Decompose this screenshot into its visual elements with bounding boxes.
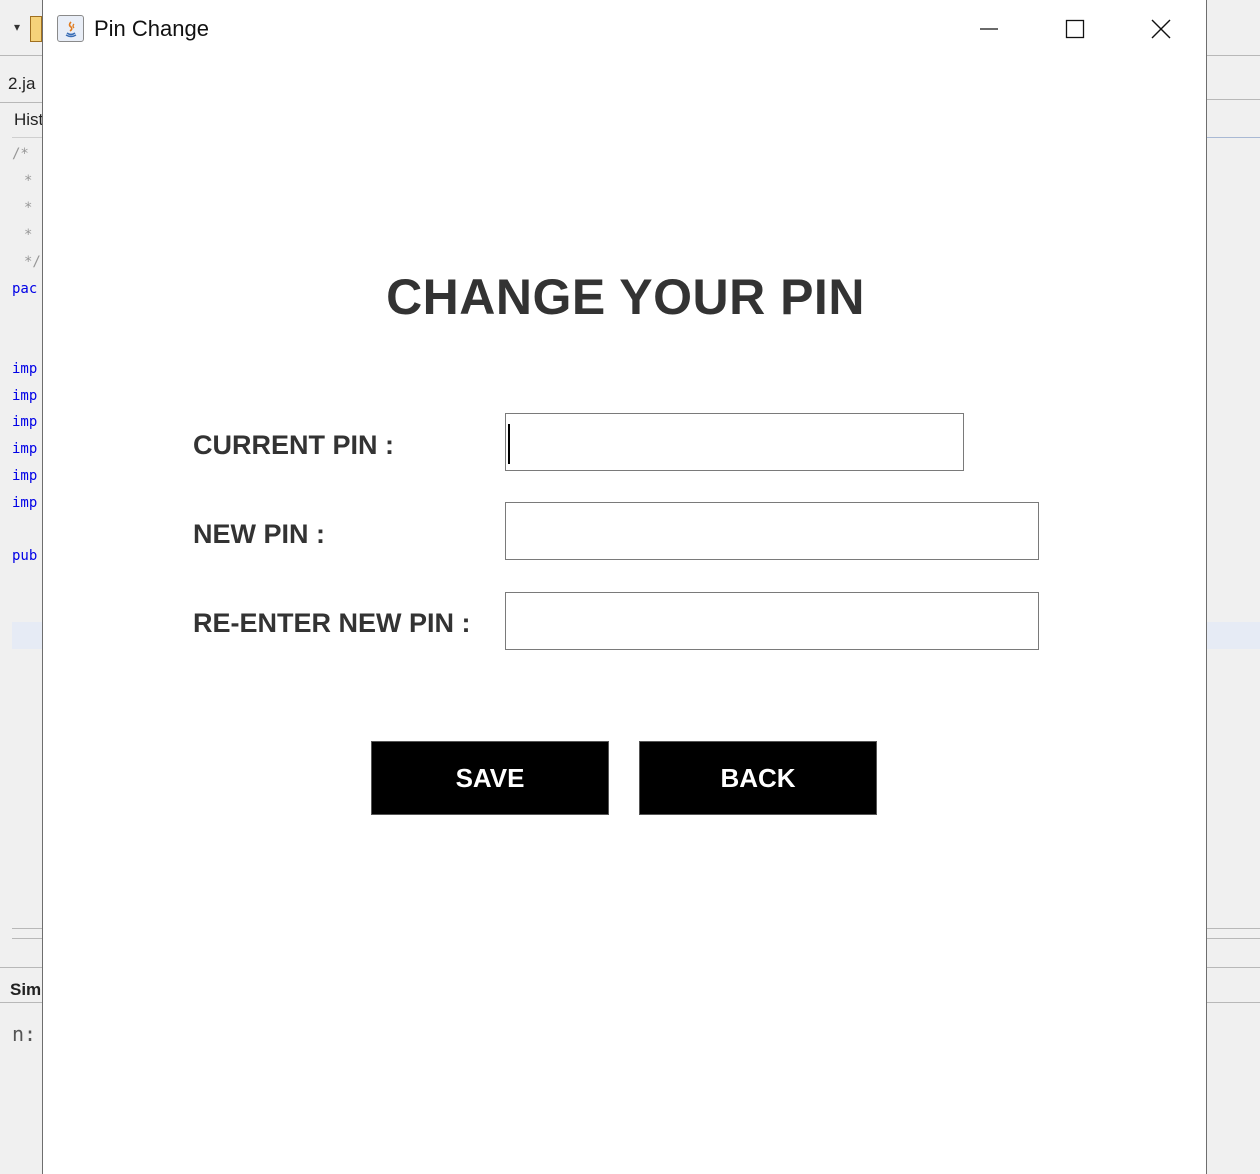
reenter-pin-label: RE-ENTER NEW PIN : [193, 608, 471, 638]
current-pin-label: CURRENT PIN : [193, 430, 394, 460]
ide-file-icon [30, 16, 42, 42]
code-line: pub [12, 548, 38, 564]
code-line: pac [12, 281, 38, 297]
window-title: Pin Change [94, 16, 209, 41]
maximize-button[interactable] [1032, 0, 1118, 58]
title-bar[interactable]: Pin Change [43, 0, 1206, 58]
pin-change-window: Pin Change CHANGE YOUR PIN CURRENT PIN :… [42, 0, 1207, 1174]
code-line: * [24, 173, 33, 189]
minimize-icon [980, 28, 998, 30]
code-line: * [24, 227, 33, 243]
code-line: imp [12, 361, 38, 377]
code-line: * [24, 200, 33, 216]
ide-highlight-row [1206, 622, 1260, 649]
code-line: imp [12, 441, 38, 457]
minimize-button[interactable] [946, 0, 1032, 58]
ide-menu-fragment: Hist [14, 110, 42, 129]
ide-dropdown-icon: ▾ [14, 20, 21, 34]
close-icon [1151, 19, 1171, 39]
ide-right-strip [1206, 0, 1260, 1174]
code-line: imp [12, 495, 38, 511]
java-app-icon [57, 15, 84, 42]
page-title: CHANGE YOUR PIN [386, 269, 865, 325]
code-line: imp [12, 388, 38, 404]
back-button[interactable]: BACK [639, 741, 877, 815]
code-line: imp [12, 414, 38, 430]
ide-left-strip: ▾ 2.ja Hist /* * * * */ pac imp imp imp … [0, 0, 42, 1174]
ide-highlight-row [12, 622, 42, 649]
ide-panel-fragment: Sim [10, 980, 42, 999]
code-line: */ [24, 254, 41, 270]
new-pin-field[interactable] [505, 502, 1039, 560]
save-button[interactable]: SAVE [371, 741, 609, 815]
text-caret [508, 424, 510, 464]
ide-tab-fragment: 2.ja [8, 74, 36, 93]
ide-output-fragment: n: [12, 1022, 37, 1046]
maximize-icon [1065, 19, 1085, 39]
close-button[interactable] [1118, 0, 1204, 58]
current-pin-field[interactable] [505, 413, 964, 471]
reenter-pin-field[interactable] [505, 592, 1039, 650]
code-line: imp [12, 468, 38, 484]
code-line: /* [12, 146, 29, 162]
new-pin-label: NEW PIN : [193, 519, 325, 549]
